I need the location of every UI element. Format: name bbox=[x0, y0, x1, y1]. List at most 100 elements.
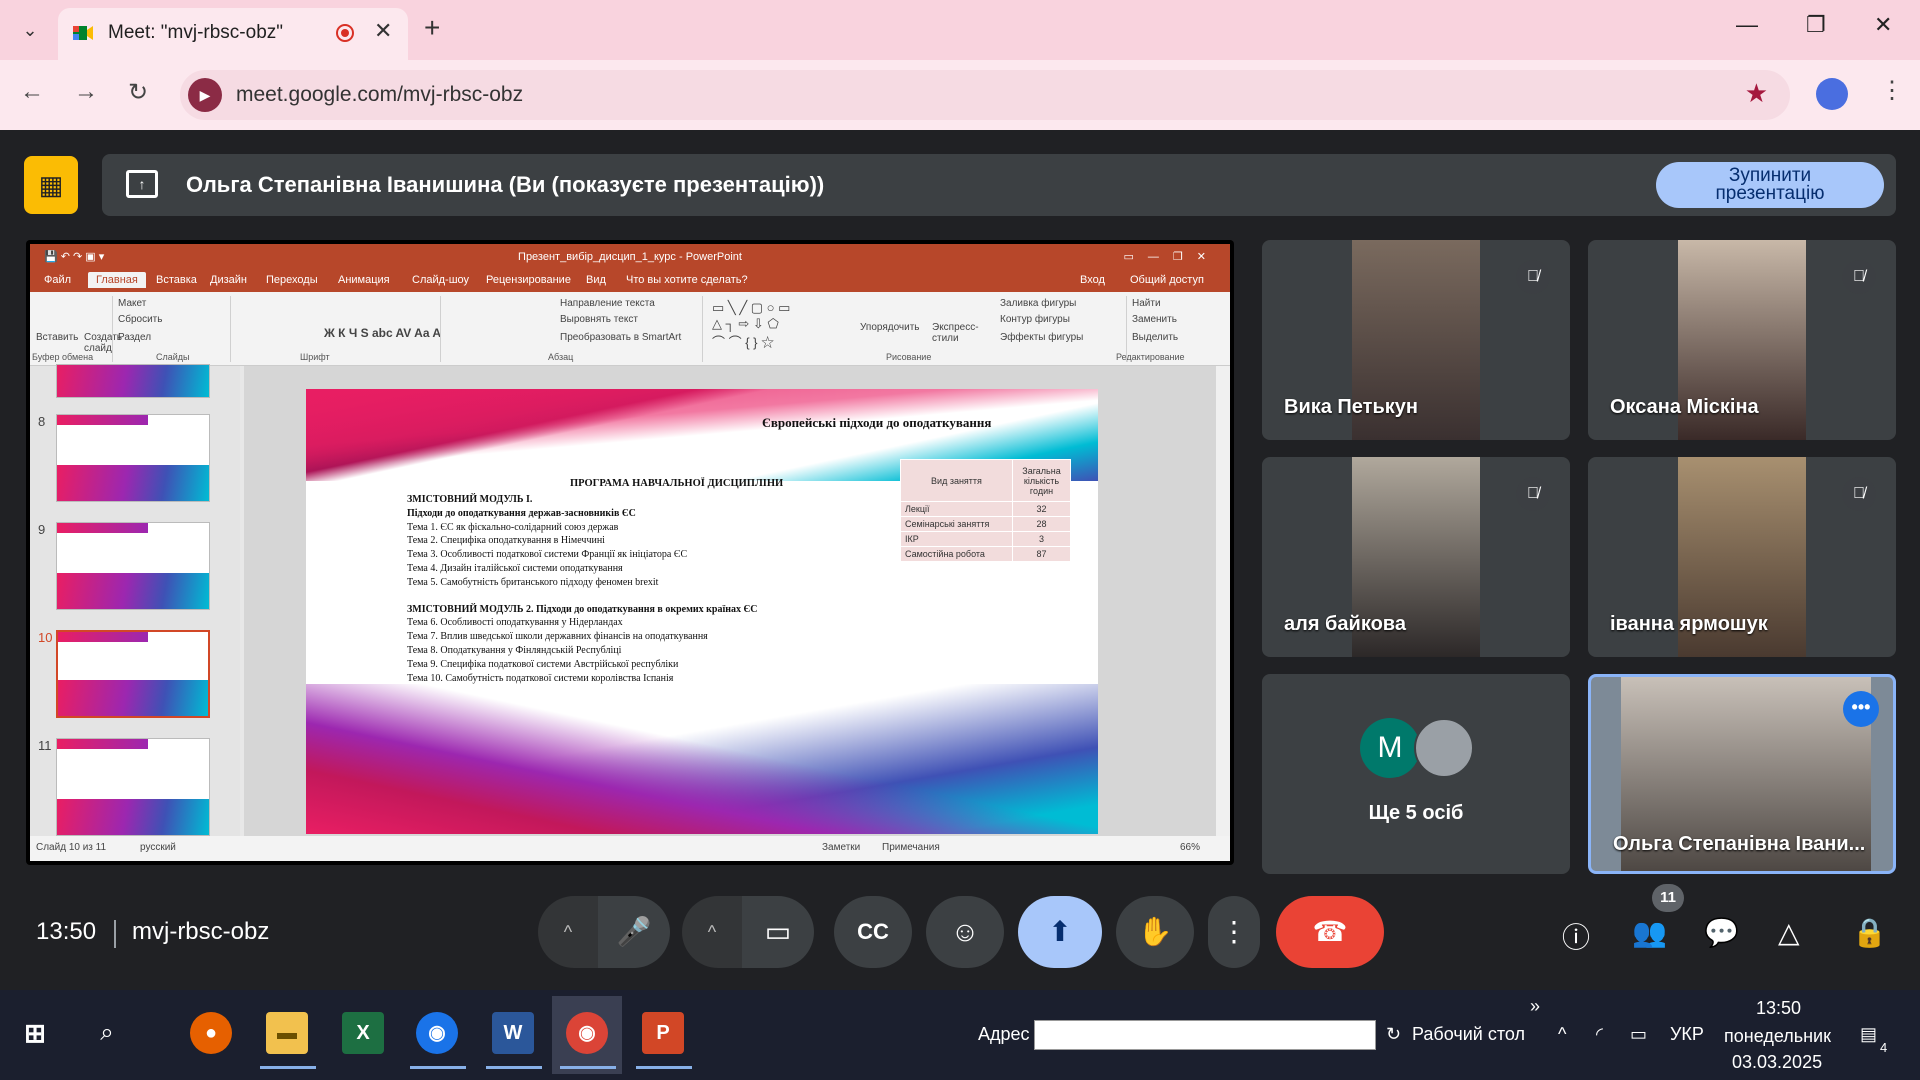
ppt-paste-button[interactable]: Вставить bbox=[36, 332, 78, 343]
ppt-arrange-button[interactable]: Упорядочить bbox=[860, 322, 920, 333]
chat-icon[interactable]: 💬 bbox=[1704, 916, 1739, 949]
window-minimize-button[interactable]: — bbox=[1736, 12, 1758, 38]
address-bar[interactable]: ▶ meet.google.com/mvj-rbsc-obz ★ bbox=[180, 70, 1790, 120]
ppt-login[interactable]: Вход bbox=[1080, 274, 1105, 286]
camera-button[interactable]: ▭ bbox=[742, 896, 814, 968]
search-icon[interactable]: ⌕ bbox=[86, 1012, 128, 1054]
ppt-text-direction[interactable]: Направление текста bbox=[560, 298, 655, 309]
forward-button[interactable]: → bbox=[74, 78, 98, 106]
host-controls-icon[interactable]: 🔒 bbox=[1852, 916, 1887, 949]
word-icon[interactable]: W bbox=[492, 1012, 534, 1054]
slide-thumbnail-8[interactable] bbox=[56, 414, 210, 502]
ppt-reset-button[interactable]: Сбросить bbox=[118, 314, 162, 325]
ppt-quick-styles-button[interactable]: Экспресс-стили bbox=[932, 322, 979, 344]
participant-tile[interactable]: 🎙̸ аля байкова bbox=[1262, 457, 1570, 657]
tab-close-icon[interactable]: ✕ bbox=[374, 18, 392, 44]
ppt-menu-animation[interactable]: Анимация bbox=[338, 274, 390, 286]
meeting-info-icon[interactable]: ⓘ bbox=[1562, 916, 1590, 956]
ppt-find[interactable]: Найти bbox=[1132, 298, 1161, 309]
mic-off-icon: 🎙̸ bbox=[1516, 477, 1550, 511]
tab-search-dropdown-icon[interactable]: ⌄ bbox=[12, 14, 48, 46]
chrome-profile-icon[interactable]: ◉ bbox=[416, 1012, 458, 1054]
powerpoint-icon[interactable]: P bbox=[642, 1012, 684, 1054]
slide-thumbnail-9[interactable] bbox=[56, 522, 210, 610]
window-close-button[interactable]: ✕ bbox=[1874, 12, 1892, 38]
activities-icon[interactable]: △ bbox=[1778, 916, 1800, 949]
ppt-menu-design[interactable]: Дизайн bbox=[210, 274, 247, 286]
ppt-smartart[interactable]: Преобразовать в SmartArt bbox=[560, 332, 681, 343]
bookmark-star-icon[interactable]: ★ bbox=[1745, 78, 1768, 109]
chrome-icon[interactable]: ◉ bbox=[566, 1012, 608, 1054]
ppt-vertical-scrollbar[interactable] bbox=[1216, 366, 1230, 836]
ppt-select[interactable]: Выделить bbox=[1132, 332, 1178, 343]
ppt-window-controls: ▭—❐✕ bbox=[1123, 251, 1220, 263]
participant-tile[interactable]: 🎙̸ Оксана Міскіна bbox=[1588, 240, 1896, 440]
ppt-menu-slideshow[interactable]: Слайд-шоу bbox=[412, 274, 469, 286]
ppt-menu-insert[interactable]: Вставка bbox=[156, 274, 197, 286]
window-maximize-button[interactable]: ❐ bbox=[1806, 12, 1826, 38]
status-language[interactable]: русский bbox=[140, 842, 176, 853]
clock-date[interactable]: 03.03.2025 bbox=[1732, 1052, 1822, 1073]
raise-hand-button[interactable]: ✋ bbox=[1116, 896, 1194, 968]
more-participants-tile[interactable]: M Ще 5 осіб bbox=[1262, 674, 1570, 874]
address-refresh-icon[interactable]: ↻ bbox=[1386, 1024, 1401, 1045]
status-zoom[interactable]: 66% bbox=[1180, 842, 1200, 853]
status-notes[interactable]: Заметки bbox=[822, 842, 860, 853]
windows-start-icon[interactable]: ⊞ bbox=[14, 1012, 56, 1054]
new-tab-button[interactable]: + bbox=[424, 12, 440, 44]
ppt-new-slide-button[interactable]: Создать слайд bbox=[84, 332, 124, 354]
status-comments[interactable]: Примечания bbox=[882, 842, 940, 853]
people-icon[interactable]: 👥 bbox=[1632, 916, 1667, 949]
more-options-button[interactable]: ⋮ bbox=[1208, 896, 1260, 968]
tile-options-button[interactable]: ••• bbox=[1843, 691, 1879, 727]
participant-tile[interactable]: 🎙̸ іванна ярмошук bbox=[1588, 457, 1896, 657]
ppt-menu-home[interactable]: Главная bbox=[88, 272, 146, 288]
slide-thumbnail-11[interactable] bbox=[56, 738, 210, 836]
ppt-menu-file[interactable]: Файл bbox=[44, 274, 71, 286]
address-toolbar-input[interactable] bbox=[1034, 1020, 1376, 1050]
ppt-share[interactable]: Общий доступ bbox=[1130, 274, 1204, 286]
profile-avatar[interactable] bbox=[1816, 78, 1848, 110]
topic-item: Тема 10. Самобутність податкової системи… bbox=[407, 672, 674, 684]
ppt-shape-effects[interactable]: Эффекты фигуры bbox=[1000, 332, 1083, 343]
ppt-replace[interactable]: Заменить bbox=[1132, 314, 1177, 325]
reload-button[interactable]: ↻ bbox=[128, 78, 148, 107]
clock-day[interactable]: понедельник bbox=[1724, 1026, 1831, 1047]
site-info-icon[interactable]: ▶ bbox=[188, 78, 222, 112]
ppt-tell-me[interactable]: Что вы хотите сделать? bbox=[626, 274, 748, 286]
firefox-icon[interactable]: ● bbox=[190, 1012, 232, 1054]
wifi-icon[interactable]: ◜ bbox=[1596, 1024, 1603, 1045]
microphone-button[interactable]: 🎤 bbox=[598, 896, 670, 968]
ppt-menu-review[interactable]: Рецензирование bbox=[486, 274, 571, 286]
captions-button[interactable]: CC bbox=[834, 896, 912, 968]
notifications-icon[interactable]: ▤ bbox=[1860, 1024, 1877, 1045]
ppt-layout-button[interactable]: Макет bbox=[118, 298, 146, 309]
language-indicator[interactable]: УКР bbox=[1670, 1024, 1704, 1045]
meet-tab[interactable]: Meet: "mvj-rbsc-obz" ✕ bbox=[58, 8, 408, 60]
leave-call-button[interactable]: ☎ bbox=[1276, 896, 1384, 968]
toolbar-expand-icon[interactable]: » bbox=[1530, 996, 1540, 1017]
ppt-menu-transitions[interactable]: Переходы bbox=[266, 274, 318, 286]
emoji-reactions-button[interactable]: ☺ bbox=[926, 896, 1004, 968]
desktop-toolbar-label[interactable]: Рабочий стол bbox=[1412, 1024, 1525, 1045]
ppt-shape-fill[interactable]: Заливка фигуры bbox=[1000, 298, 1076, 309]
participant-tile[interactable]: 🎙̸ Вика Петькун bbox=[1262, 240, 1570, 440]
stop-presenting-button[interactable]: Зупинити презентацію bbox=[1656, 162, 1884, 208]
ppt-menu-view[interactable]: Вид bbox=[586, 274, 606, 286]
ppt-align-text[interactable]: Выровнять текст bbox=[560, 314, 638, 325]
back-button[interactable]: ← bbox=[20, 78, 44, 106]
excel-icon[interactable]: X bbox=[342, 1012, 384, 1054]
ppt-font-format-icons[interactable]: Ж К Ч S abc AV Aa A bbox=[324, 326, 441, 340]
battery-icon[interactable]: ▭ bbox=[1630, 1024, 1647, 1045]
present-now-button[interactable]: ⬆ bbox=[1018, 896, 1102, 968]
ppt-shapes-gallery[interactable]: ▭ ╲ ╱ ▢ ○ ▭ △ ┐ ⇨ ⇩ ⬠ ⌒ ⌒ { } ☆ bbox=[712, 300, 790, 351]
ppt-shape-outline[interactable]: Контур фигуры bbox=[1000, 314, 1070, 325]
slide-thumbnail[interactable] bbox=[56, 364, 210, 398]
tray-overflow-icon[interactable]: ^ bbox=[1558, 1024, 1566, 1045]
browser-menu-icon[interactable]: ⋮ bbox=[1880, 76, 1904, 105]
self-tile[interactable]: ••• Ольга Степанівна Івани... bbox=[1588, 674, 1896, 874]
slide-thumbnail-10[interactable] bbox=[56, 630, 210, 718]
file-explorer-icon[interactable]: ▬ bbox=[266, 1012, 308, 1054]
presentation-indicator-icon[interactable]: ▦ bbox=[24, 156, 78, 214]
clock-time[interactable]: 13:50 bbox=[1756, 998, 1801, 1019]
